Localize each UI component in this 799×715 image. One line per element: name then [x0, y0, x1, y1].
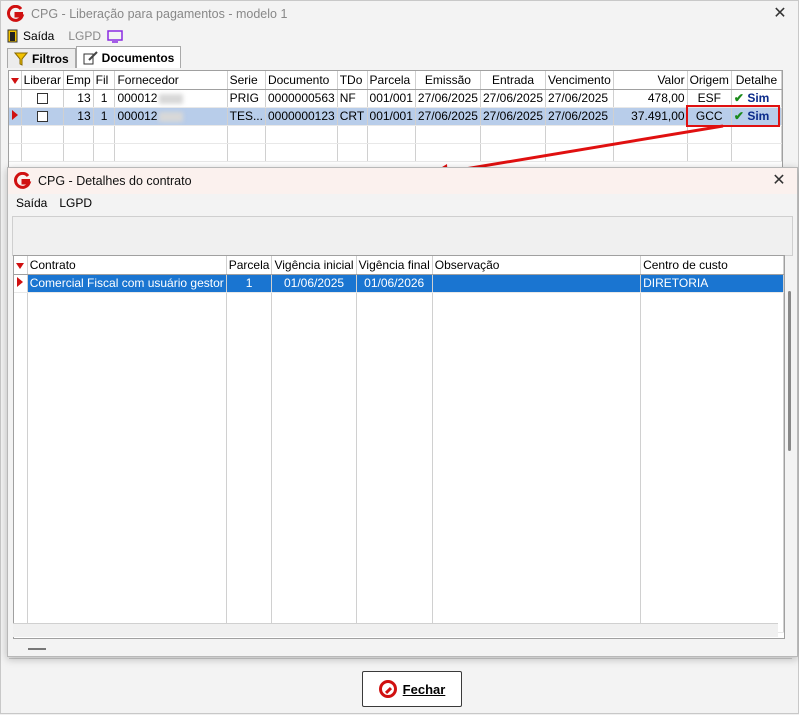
- status-line: [28, 648, 46, 650]
- fechar-button[interactable]: Fechar: [362, 671, 462, 707]
- contract-details-dialog: CPG - Detalhes do contrato ✕ Saída LGPD …: [7, 167, 798, 657]
- vertical-scrollbar[interactable]: [785, 271, 795, 639]
- col-observacao[interactable]: Observação: [432, 256, 642, 275]
- dialog-menubar: Saída LGPD: [8, 194, 797, 212]
- scroll-thumb[interactable]: [788, 291, 791, 451]
- col-centro-custo[interactable]: Centro de custo: [640, 256, 784, 275]
- sort-indicator-icon[interactable]: [14, 256, 28, 275]
- dialog-toolstrip: [12, 216, 793, 256]
- dialog-titlebar: CPG - Detalhes do contrato ✕: [8, 168, 797, 194]
- contract-header-row: Contrato Parcela Vigência inicial Vigênc…: [14, 256, 784, 275]
- current-row-icon: [14, 274, 28, 293]
- app-logo-icon: [14, 172, 32, 190]
- stop-icon: [378, 680, 397, 698]
- contract-table: Contrato Parcela Vigência inicial Vigênc…: [14, 256, 784, 633]
- horizontal-scrollbar[interactable]: [13, 623, 778, 637]
- dialog-menu-lgpd[interactable]: LGPD: [59, 196, 92, 210]
- col-contrato[interactable]: Contrato: [27, 256, 227, 275]
- dialog-close-icon[interactable]: ✕: [769, 171, 789, 191]
- table-row[interactable]: Comercial Fiscal com usuário gestor 1 01…: [14, 274, 784, 293]
- col-parcela[interactable]: Parcela: [226, 256, 273, 275]
- contract-grid: Contrato Parcela Vigência inicial Vigênc…: [13, 255, 785, 639]
- dialog-title: CPG - Detalhes do contrato: [38, 174, 192, 188]
- col-vigencia-inicial[interactable]: Vigência inicial: [271, 256, 357, 275]
- col-vigencia-final[interactable]: Vigência final: [356, 256, 433, 275]
- dialog-menu-exit[interactable]: Saída: [16, 196, 47, 210]
